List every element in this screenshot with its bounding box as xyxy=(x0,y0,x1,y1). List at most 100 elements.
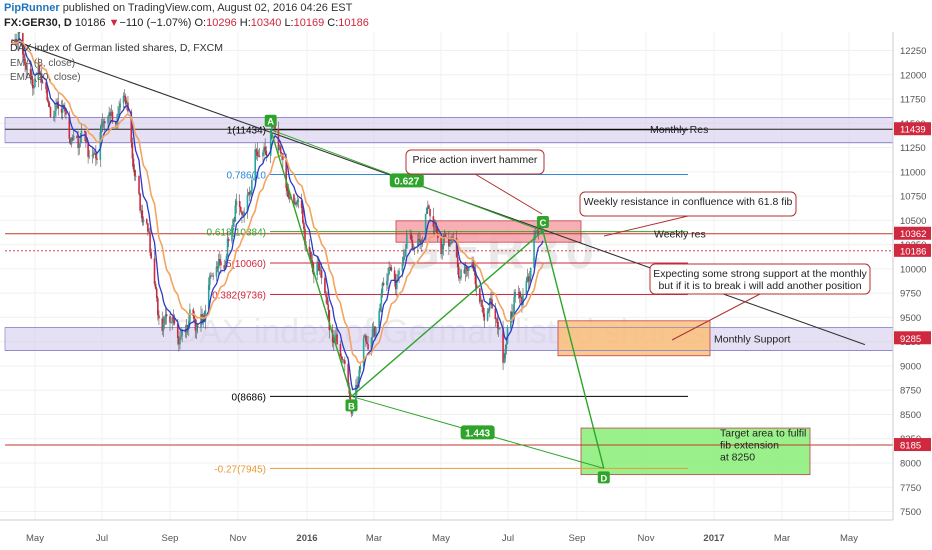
price-label: 10186 xyxy=(900,246,926,257)
candle-body xyxy=(163,317,166,324)
candle-body xyxy=(226,238,229,257)
candle-body xyxy=(324,278,326,294)
candle-body xyxy=(410,233,413,240)
candle-body xyxy=(180,335,182,338)
candle-body xyxy=(107,116,109,124)
candle-body xyxy=(122,95,125,104)
candle-body xyxy=(375,327,377,337)
monthly-res-label: Monthly Res xyxy=(650,124,708,136)
candle-body xyxy=(220,261,222,266)
candle-body xyxy=(428,205,430,210)
candle-body xyxy=(162,323,165,331)
target-label-3: at 8250 xyxy=(720,452,755,464)
candle-body xyxy=(419,240,421,242)
candle-body xyxy=(403,256,406,258)
candle-body xyxy=(218,259,221,262)
time-tick: Mar xyxy=(774,533,790,544)
candle-body xyxy=(47,100,50,103)
price-tick: 8500 xyxy=(900,410,921,421)
candle-body xyxy=(145,219,148,224)
candle-body xyxy=(123,95,126,97)
pattern-point-label: C xyxy=(539,218,546,229)
candle-body xyxy=(487,309,490,312)
candle-body xyxy=(398,270,400,275)
candle-body xyxy=(386,281,388,286)
candle-body xyxy=(53,115,55,117)
candle-body xyxy=(380,293,383,304)
candle-body xyxy=(382,282,385,286)
candle-body xyxy=(325,293,327,297)
legend-title: DAX index of German listed shares, D, FX… xyxy=(10,42,223,54)
author-name[interactable]: PipRunner xyxy=(4,2,60,14)
candle-body xyxy=(365,335,367,342)
candle-body xyxy=(132,158,135,170)
fib-label: 0.786(10 xyxy=(227,170,267,181)
time-tick: Sep xyxy=(569,533,586,544)
price-tick: 9750 xyxy=(900,289,921,300)
close-value: 10186 xyxy=(338,17,369,29)
candle-body xyxy=(529,268,532,278)
candle-body xyxy=(170,322,172,324)
price-tick: 10500 xyxy=(900,216,926,227)
candle-body xyxy=(513,296,515,312)
candle-body xyxy=(133,169,136,176)
price-tick: 7500 xyxy=(900,507,921,518)
candle-body xyxy=(256,151,259,156)
candle-body xyxy=(308,246,311,252)
candle-body xyxy=(442,238,445,250)
legend-ema8: EMA (8, close) xyxy=(10,58,75,69)
candle-body xyxy=(255,149,258,152)
candle-body xyxy=(496,318,499,328)
candle-body xyxy=(18,32,21,34)
candle-body xyxy=(401,262,404,271)
monthly-support-label: Monthly Support xyxy=(714,333,791,345)
candle-body xyxy=(504,348,507,359)
candle-body xyxy=(512,311,514,317)
price-chart[interactable]: GER30DAX index of German listed shares 1… xyxy=(0,32,932,550)
high-label: H: xyxy=(239,17,251,29)
price-tick: 8000 xyxy=(900,459,921,470)
price-tick: 12000 xyxy=(900,70,926,81)
open-label: O: xyxy=(194,17,207,29)
candle-body xyxy=(535,231,538,235)
candle-body xyxy=(149,232,151,253)
candle-body xyxy=(279,146,282,154)
fib-label: 1(11434) xyxy=(227,126,266,137)
candle-body xyxy=(91,154,94,157)
candle-body xyxy=(158,315,160,319)
candle-body xyxy=(411,239,414,250)
candle-body xyxy=(340,356,343,360)
candle-body xyxy=(131,142,134,159)
symbol-label: FX:GER30, D xyxy=(4,17,72,29)
time-tick: May xyxy=(432,533,450,544)
candle-body xyxy=(320,270,323,279)
candle-body xyxy=(425,208,428,214)
low-label: L: xyxy=(284,17,294,29)
candle-body xyxy=(336,334,338,345)
time-tick: Jul xyxy=(96,533,108,544)
candle-body xyxy=(258,155,261,157)
candle-body xyxy=(249,190,252,195)
candle-body xyxy=(169,316,171,323)
candle-body xyxy=(316,261,318,276)
open-value: 10296 xyxy=(206,17,237,29)
candle-body xyxy=(264,146,266,151)
candle-body xyxy=(101,121,104,127)
candle-body xyxy=(441,249,444,255)
pattern-point-label: D xyxy=(600,473,607,484)
callout-support-text: but if it is to break i will add another… xyxy=(658,280,861,292)
candle-body xyxy=(65,111,67,115)
down-arrow-icon: ▼ xyxy=(108,17,120,29)
candle-body xyxy=(76,135,78,139)
candle-body xyxy=(404,248,407,257)
candle-body xyxy=(327,304,330,310)
candle-body xyxy=(103,121,106,124)
time-tick: May xyxy=(840,533,858,544)
weekly-res-label: Weekly res xyxy=(654,229,706,241)
candle-body xyxy=(326,296,328,305)
price-label: 11439 xyxy=(900,125,926,136)
candle-body xyxy=(83,130,86,133)
candle-body xyxy=(46,89,48,101)
candle-body xyxy=(262,152,264,157)
candle-body xyxy=(459,277,461,279)
